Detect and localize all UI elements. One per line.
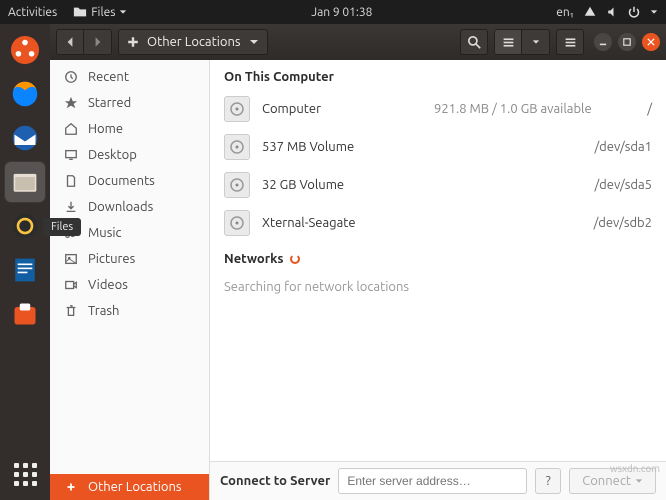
show-applications[interactable]: [5, 454, 45, 494]
sidebar-pictures[interactable]: Pictures: [50, 246, 209, 272]
search-button[interactable]: [460, 29, 488, 55]
drive-row[interactable]: Computer 921.8 MB / 1.0 GB available /: [210, 90, 666, 128]
view-list-button[interactable]: [494, 29, 522, 55]
headerbar: Other Locations: [50, 24, 666, 60]
drive-mount: /dev/sdb2: [594, 216, 652, 230]
connect-to-server-bar: Connect to Server ? Connect: [210, 461, 666, 500]
sidebar-home[interactable]: Home: [50, 116, 209, 142]
sidebar-documents[interactable]: Documents: [50, 168, 209, 194]
location-label: Other Locations: [147, 35, 241, 49]
watermark: wsxdn.com: [610, 463, 660, 474]
sidebar-desktop[interactable]: Desktop: [50, 142, 209, 168]
help-button[interactable]: ?: [535, 468, 561, 494]
launcher-firefox[interactable]: [5, 74, 45, 114]
server-address-input[interactable]: [338, 468, 527, 494]
sidebar-starred[interactable]: Starred: [50, 90, 209, 116]
view-dropdown-button[interactable]: [522, 29, 550, 55]
launcher-ubuntu[interactable]: [5, 30, 45, 70]
chevron-down-icon: [249, 37, 259, 47]
plus-icon: [127, 36, 139, 48]
connect-label: Connect to Server: [220, 474, 330, 488]
network-icon[interactable]: [584, 6, 596, 18]
spinner-icon: [290, 254, 300, 264]
nav-buttons: [56, 29, 112, 55]
chevron-down-icon: [635, 477, 643, 485]
panel-clock[interactable]: Jan 9 01:38: [127, 6, 556, 19]
sidebar-videos[interactable]: Videos: [50, 272, 209, 298]
drive-name: Computer: [262, 102, 422, 116]
dock-tooltip: Files: [43, 218, 81, 236]
drive-mount: /dev/sda1: [594, 140, 652, 154]
harddisk-icon: [224, 172, 250, 198]
path-bar[interactable]: Other Locations: [118, 29, 268, 55]
chevron-down-icon[interactable]: [650, 8, 658, 16]
section-on-this-computer: On This Computer: [210, 60, 666, 90]
chevron-down-icon: [119, 8, 127, 16]
window-maximize[interactable]: [618, 33, 636, 51]
drive-name: 537 MB Volume: [262, 140, 422, 154]
sidebar-recent[interactable]: Recent: [50, 64, 209, 90]
gnome-top-panel: Activities Files Jan 9 01:38 en₁: [0, 0, 666, 24]
folder-icon: [73, 5, 87, 19]
launcher-software[interactable]: [5, 294, 45, 334]
volume-icon[interactable]: [606, 6, 618, 18]
ubuntu-dock: [0, 24, 50, 500]
drive-size: 921.8 MB / 1.0 GB available: [434, 102, 635, 116]
network-status: Searching for network locations: [210, 272, 666, 302]
harddisk-icon: [224, 134, 250, 160]
drive-name: Xternal-Seagate: [262, 216, 422, 230]
drive-mount: /dev/sda5: [594, 178, 652, 192]
launcher-rhythmbox[interactable]: [5, 206, 45, 246]
places-sidebar: Recent Starred Home Desktop Documents Do…: [50, 60, 210, 500]
section-networks: Networks: [210, 242, 666, 272]
back-button[interactable]: [56, 29, 84, 55]
content-view: On This Computer Computer 921.8 MB / 1.0…: [210, 60, 666, 500]
power-icon[interactable]: [628, 6, 640, 18]
drive-row[interactable]: 537 MB Volume /dev/sda1: [210, 128, 666, 166]
launcher-libreoffice[interactable]: [5, 250, 45, 290]
input-source-indicator[interactable]: en₁: [556, 6, 574, 19]
app-menu[interactable]: Files: [73, 5, 127, 19]
harddisk-icon: [224, 210, 250, 236]
window-minimize[interactable]: [594, 33, 612, 51]
harddisk-icon: [224, 96, 250, 122]
drive-row[interactable]: 32 GB Volume /dev/sda5: [210, 166, 666, 204]
launcher-thunderbird[interactable]: [5, 118, 45, 158]
sidebar-trash[interactable]: Trash: [50, 298, 209, 324]
files-window: Other Locations Recent Starred Home Desk…: [50, 24, 666, 500]
window-close[interactable]: [642, 33, 660, 51]
sidebar-downloads[interactable]: Downloads: [50, 194, 209, 220]
hamburger-menu[interactable]: [556, 29, 584, 55]
drive-row[interactable]: Xternal-Seagate /dev/sdb2: [210, 204, 666, 242]
app-menu-label: Files: [91, 6, 115, 19]
drive-mount: /: [647, 102, 652, 116]
sidebar-other-locations[interactable]: Other Locations: [50, 474, 209, 500]
activities-button[interactable]: Activities: [8, 6, 57, 19]
drive-name: 32 GB Volume: [262, 178, 422, 192]
forward-button[interactable]: [84, 29, 112, 55]
launcher-files[interactable]: [5, 162, 45, 202]
